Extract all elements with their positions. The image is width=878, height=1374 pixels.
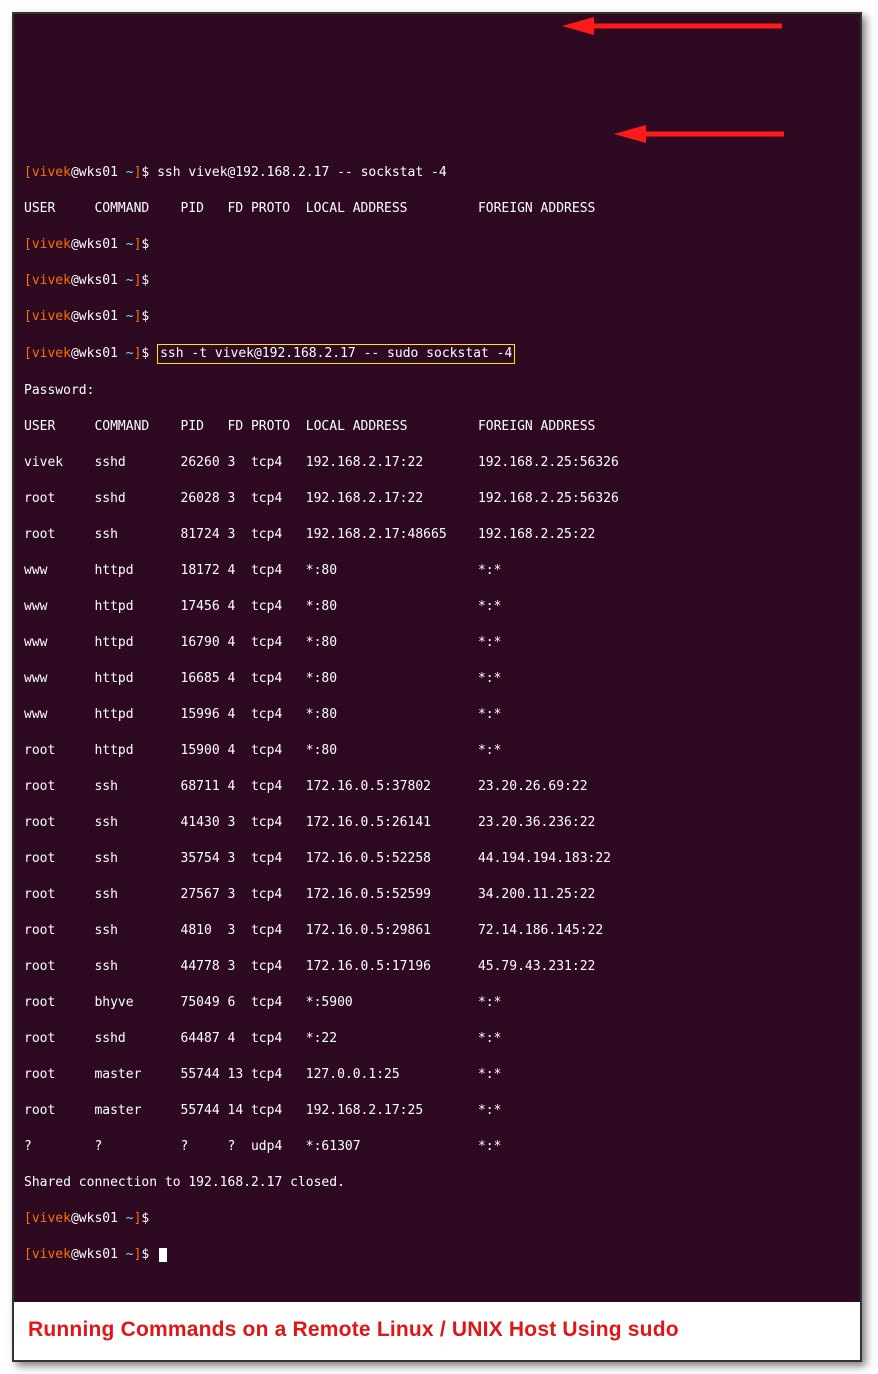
table-row: root sshd 64487 4 tcp4 *:22 *:* xyxy=(24,1030,850,1048)
table-row: www httpd 18172 4 tcp4 *:80 *:* xyxy=(24,562,850,580)
table-row: root ssh 41430 3 tcp4 172.16.0.5:26141 2… xyxy=(24,814,850,832)
password-prompt: Password: xyxy=(24,382,850,400)
table-row: www httpd 15996 4 tcp4 *:80 *:* xyxy=(24,706,850,724)
table-row: www httpd 16790 4 tcp4 *:80 *:* xyxy=(24,634,850,652)
command-1: ssh vivek@192.168.2.17 -- sockstat -4 xyxy=(157,165,447,180)
table-row: www httpd 16685 4 tcp4 *:80 *:* xyxy=(24,670,850,688)
arrow-annotation-2 xyxy=(614,125,784,143)
table-row: root master 55744 13 tcp4 127.0.0.1:25 *… xyxy=(24,1066,850,1084)
table-row: vivek sshd 26260 3 tcp4 192.168.2.17:22 … xyxy=(24,454,850,472)
table-row: root httpd 15900 4 tcp4 *:80 *:* xyxy=(24,742,850,760)
table-row: root ssh 35754 3 tcp4 172.16.0.5:52258 4… xyxy=(24,850,850,868)
table-row: root ssh 81724 3 tcp4 192.168.2.17:48665… xyxy=(24,526,850,544)
arrow-annotation-1 xyxy=(562,17,782,35)
terminal-window-frame: [vivek@wks01 ~]$ ssh vivek@192.168.2.17 … xyxy=(12,12,862,1362)
connection-closed-msg: Shared connection to 192.168.2.17 closed… xyxy=(24,1174,850,1192)
prompt-line-3: [vivek@wks01 ~]$ xyxy=(24,272,850,290)
prompt-host: wks01 xyxy=(79,165,118,180)
table-row: root ssh 4810 3 tcp4 172.16.0.5:29861 72… xyxy=(24,922,850,940)
table-row: root ssh 68711 4 tcp4 172.16.0.5:37802 2… xyxy=(24,778,850,796)
prompt-line-1: [vivek@wks01 ~]$ ssh vivek@192.168.2.17 … xyxy=(24,164,850,182)
terminal-viewport[interactable]: [vivek@wks01 ~]$ ssh vivek@192.168.2.17 … xyxy=(14,14,860,1302)
prompt-line-6: [vivek@wks01 ~]$ xyxy=(24,1210,850,1228)
table-row: ? ? ? ? udp4 *:61307 *:* xyxy=(24,1138,850,1156)
highlighted-command-box: ssh -t vivek@192.168.2.17 -- sudo sockst… xyxy=(157,344,515,364)
output-header-1: USER COMMAND PID FD PROTO LOCAL ADDRESS … xyxy=(24,200,850,218)
output-header-2: USER COMMAND PID FD PROTO LOCAL ADDRESS … xyxy=(24,418,850,436)
table-row: root ssh 44778 3 tcp4 172.16.0.5:17196 4… xyxy=(24,958,850,976)
prompt-user: vivek xyxy=(32,165,71,180)
prompt-dir: ~ xyxy=(126,165,134,180)
caption-text: Running Commands on a Remote Linux / UNI… xyxy=(14,1302,860,1360)
table-row: root sshd 26028 3 tcp4 192.168.2.17:22 1… xyxy=(24,490,850,508)
table-row: root bhyve 75049 6 tcp4 *:5900 *:* xyxy=(24,994,850,1012)
cursor-icon xyxy=(159,1248,167,1262)
prompt-line-7: [vivek@wks01 ~]$ xyxy=(24,1246,850,1264)
prompt-line-4: [vivek@wks01 ~]$ xyxy=(24,308,850,326)
prompt-line-2: [vivek@wks01 ~]$ xyxy=(24,236,850,254)
command-2: ssh -t vivek@192.168.2.17 -- sudo sockst… xyxy=(160,346,512,361)
prompt-line-5: [vivek@wks01 ~]$ ssh -t vivek@192.168.2.… xyxy=(24,344,850,364)
table-row: root master 55744 14 tcp4 192.168.2.17:2… xyxy=(24,1102,850,1120)
table-row: www httpd 17456 4 tcp4 *:80 *:* xyxy=(24,598,850,616)
table-row: root ssh 27567 3 tcp4 172.16.0.5:52599 3… xyxy=(24,886,850,904)
